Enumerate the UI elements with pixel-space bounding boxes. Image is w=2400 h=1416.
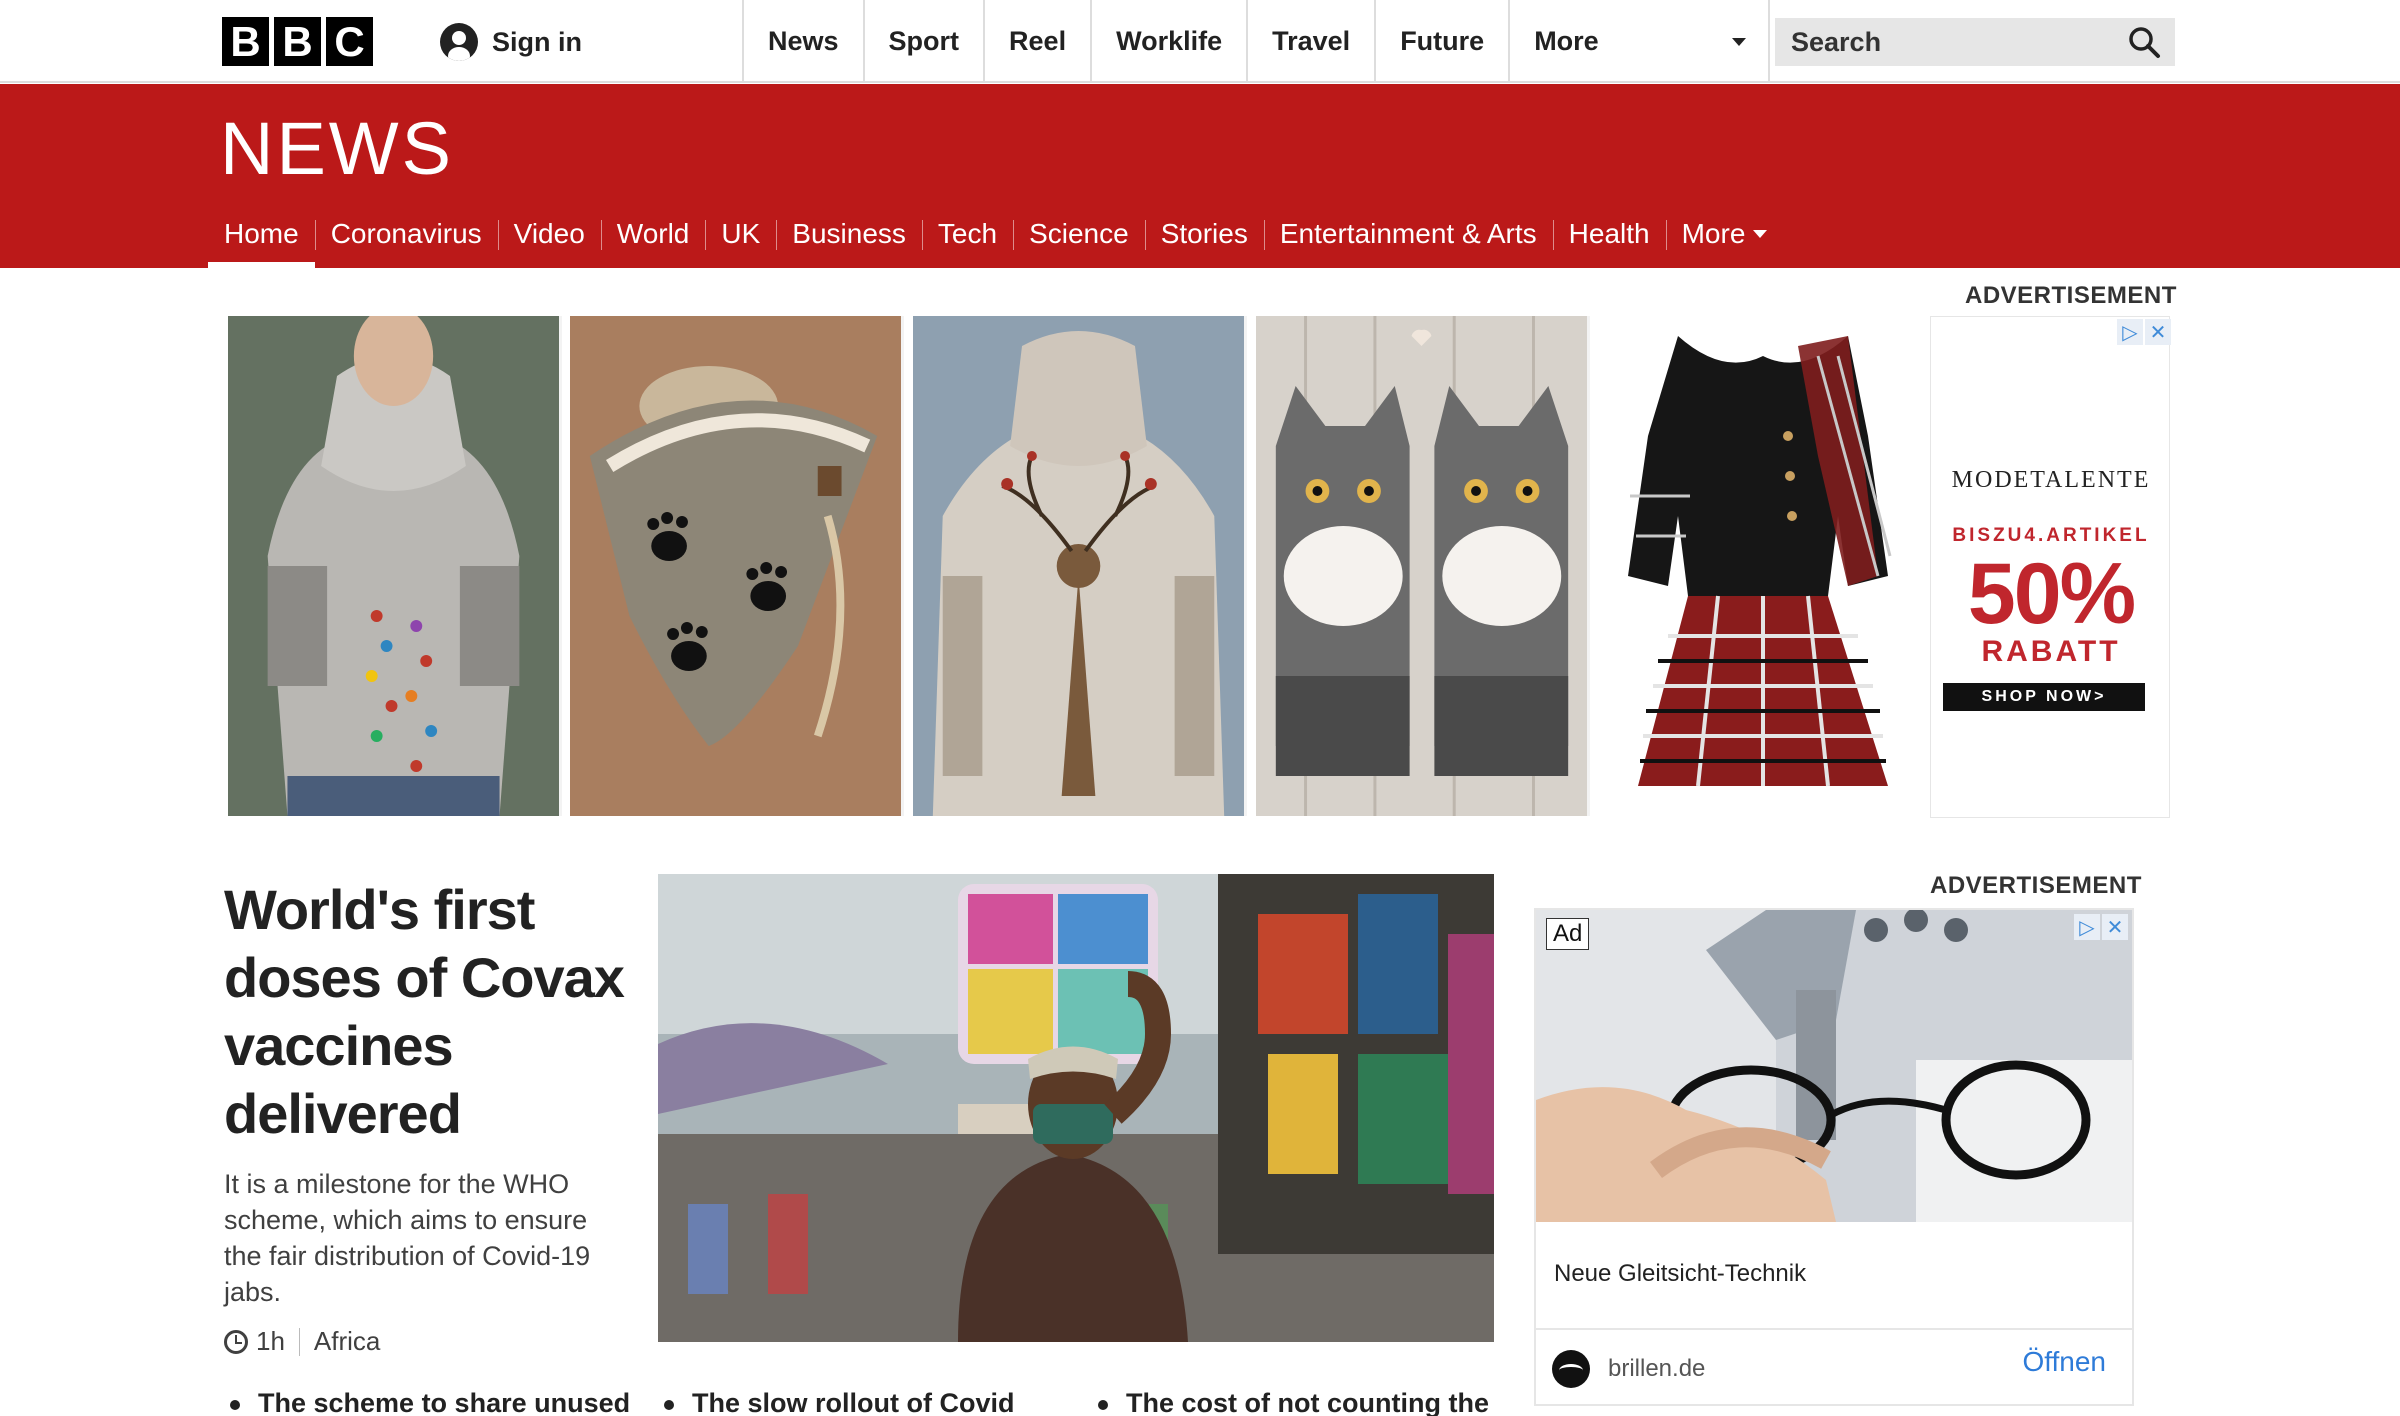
related-link-3[interactable]: The cost of not counting the <box>1094 1388 1489 1416</box>
ad-discount-percent: 50% <box>1967 546 2136 642</box>
ad-badge: Ad <box>1546 918 1590 950</box>
ad-shop-now-button[interactable]: SHOP NOW> <box>1943 683 2145 711</box>
side-ad-advertiser-name: brillen.de <box>1608 1355 1706 1382</box>
top-nav-worklife[interactable]: Worklife <box>1090 0 1246 83</box>
related-link-2[interactable]: The slow rollout of Covid <box>660 1388 1014 1416</box>
sign-in-label: Sign in <box>492 26 582 57</box>
sub-nav-science[interactable]: Science <box>1013 200 1145 268</box>
sub-nav-uk[interactable]: UK <box>705 200 776 268</box>
bullet-icon <box>230 1400 240 1410</box>
related-link-1[interactable]: The scheme to share unused <box>226 1388 630 1416</box>
bbc-top-bar: B B C Sign in News Sport Reel Worklife T… <box>0 0 2400 83</box>
sub-nav-coronavirus[interactable]: Coronavirus <box>314 200 498 268</box>
ad-brand-panel[interactable]: ▷ ✕ MODETALENTE BISZU4.ARTIKEL 50% RABAT… <box>1930 316 2171 818</box>
bullet-icon <box>1098 1400 1108 1410</box>
lead-headline[interactable]: World's first doses of Covax vaccines de… <box>224 876 625 1148</box>
bullet-icon <box>664 1400 674 1410</box>
news-header: NEWS Home Coronavirus Video World UK Bus… <box>0 84 2400 268</box>
bbc-logo[interactable]: B B C <box>222 17 373 66</box>
lead-meta: 1h Africa <box>224 1326 380 1357</box>
top-nav-reel[interactable]: Reel <box>983 0 1090 83</box>
close-icon[interactable]: ✕ <box>2145 319 2171 345</box>
top-nav-sport[interactable]: Sport <box>862 0 984 83</box>
side-ad-title[interactable]: Neue Gleitsicht-Technik <box>1554 1260 1806 1288</box>
side-ad-open-button[interactable]: Öffnen <box>2022 1346 2106 1378</box>
bbc-logo-letter: B <box>222 17 269 66</box>
ad-choices[interactable]: ▷ ✕ <box>2117 319 2171 345</box>
ad-discount-label: RABATT <box>1981 635 2121 668</box>
lead-story-image[interactable] <box>658 874 1494 1342</box>
related-link-text: The cost of not counting the <box>1126 1388 1489 1416</box>
side-ad-image[interactable]: Ad ▷ ✕ <box>1536 910 2132 1222</box>
clock-icon <box>224 1329 248 1354</box>
news-sub-nav: Home Coronavirus Video World UK Business… <box>208 200 1783 268</box>
side-ad-divider <box>1536 1328 2132 1330</box>
sub-nav-video[interactable]: Video <box>497 200 601 268</box>
sub-nav-world[interactable]: World <box>600 200 706 268</box>
sub-nav-more[interactable]: More <box>1665 200 1784 268</box>
top-advertisement[interactable]: ▷ ✕ MODETALENTE BISZU4.ARTIKEL 50% RABAT… <box>228 316 2172 818</box>
advertisement-label: ADVERTISEMENT <box>1930 872 2142 899</box>
top-nav-future[interactable]: Future <box>1374 0 1508 83</box>
ad-choices-icon[interactable]: ▷ <box>2074 914 2100 940</box>
top-nav-more-label: More <box>1534 26 1599 56</box>
related-link-text: The slow rollout of Covid <box>692 1388 1015 1416</box>
side-advertisement[interactable]: Ad ▷ ✕ Neue Gleitsicht-Technik brillen.d… <box>1534 908 2134 1406</box>
top-nav-news[interactable]: News <box>742 0 863 83</box>
sub-nav-tech[interactable]: Tech <box>921 200 1013 268</box>
ad-brand-name: MODETALENTE <box>1951 467 2151 493</box>
search-icon[interactable] <box>2127 25 2161 59</box>
bbc-logo-letter: B <box>274 17 321 66</box>
ad-offer-line: BISZU4.ARTIKEL <box>1952 525 2150 546</box>
sub-nav-more-label: More <box>1681 218 1746 249</box>
news-logo[interactable]: NEWS <box>220 106 454 191</box>
bbc-logo-letter: C <box>326 17 373 66</box>
sub-nav-health[interactable]: Health <box>1552 200 1666 268</box>
lead-summary: It is a milestone for the WHO scheme, wh… <box>224 1169 591 1307</box>
meta-divider <box>298 1327 300 1356</box>
ad-choices[interactable]: ▷ ✕ <box>2074 914 2128 940</box>
ad-product-deer-sweater-image[interactable] <box>913 316 1247 816</box>
sub-nav-stories[interactable]: Stories <box>1144 200 1264 268</box>
sub-nav-entertainment-arts[interactable]: Entertainment & Arts <box>1263 200 1553 268</box>
chevron-down-icon <box>1753 230 1768 238</box>
top-nav-travel[interactable]: Travel <box>1246 0 1374 83</box>
sub-nav-home[interactable]: Home <box>208 200 315 268</box>
side-ad-advertiser[interactable]: brillen.de <box>1552 1350 1705 1388</box>
top-nav: News Sport Reel Worklife Travel Future M… <box>742 0 1771 83</box>
ad-product-cat-mittens-image[interactable] <box>1256 316 1590 816</box>
ad-choices-icon[interactable]: ▷ <box>2117 319 2143 345</box>
top-nav-more[interactable]: More <box>1508 0 1771 83</box>
ad-product-sweater-image[interactable] <box>228 316 562 816</box>
lead-region-link[interactable]: Africa <box>314 1326 380 1357</box>
sign-in-link[interactable]: Sign in <box>440 22 582 62</box>
related-link-text: The scheme to share unused <box>258 1388 631 1416</box>
search-box <box>1775 18 2175 66</box>
close-icon[interactable]: ✕ <box>2102 914 2128 940</box>
chevron-down-icon <box>1732 37 1747 46</box>
advertiser-logo-icon <box>1552 1350 1590 1388</box>
advertisement-label: ADVERTISEMENT <box>1965 282 2177 309</box>
sub-nav-business[interactable]: Business <box>776 200 922 268</box>
ad-product-dress-image[interactable] <box>1598 316 1928 816</box>
user-icon <box>440 23 478 61</box>
search-input[interactable] <box>1791 26 2091 58</box>
lead-timestamp: 1h <box>256 1326 285 1356</box>
ad-product-scarf-image[interactable] <box>570 316 904 816</box>
